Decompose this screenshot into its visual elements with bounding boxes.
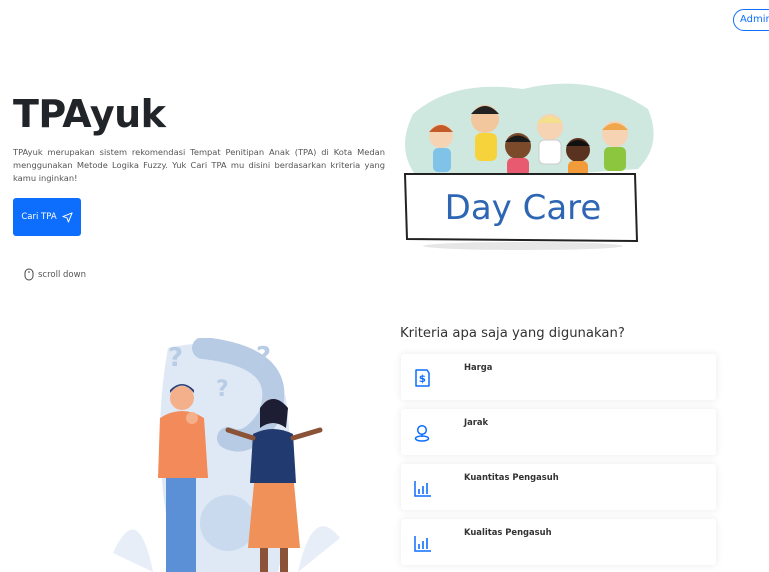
daycare-illustration: Day Care xyxy=(403,83,654,250)
hero-description: TPAyuk merupakan sistem rekomendasi Temp… xyxy=(13,147,385,183)
daycare-sign: Day Care xyxy=(403,173,639,243)
criteria-card-harga[interactable]: $ Harga xyxy=(401,354,716,400)
thinking-people-illustration: ? ? ? xyxy=(113,338,340,572)
criteria-card-kuantitas-pengasuh[interactable]: Kuantitas Pengasuh xyxy=(401,464,716,510)
criteria-title: Kriteria apa saja yang digunakan? xyxy=(400,326,625,341)
criteria-label-harga: Harga xyxy=(464,362,493,372)
svg-text:?: ? xyxy=(256,342,271,372)
page-title: TPAyuk xyxy=(13,92,166,136)
price-tag-icon: $ xyxy=(415,369,430,387)
daycare-sign-text: Day Care xyxy=(445,188,602,228)
admin-button[interactable]: Admin xyxy=(733,9,769,31)
criteria-label-jarak: Jarak xyxy=(464,417,489,427)
find-tpa-label: Cari TPA xyxy=(21,212,57,222)
send-icon xyxy=(62,211,73,223)
find-tpa-button[interactable]: Cari TPA xyxy=(13,198,81,236)
mouse-icon xyxy=(24,268,34,281)
scroll-down-link[interactable]: scroll down xyxy=(24,268,86,281)
svg-text:?: ? xyxy=(216,377,229,402)
bar-chart-icon xyxy=(414,536,431,552)
criteria-label-kuantitas-pengasuh: Kuantitas Pengasuh xyxy=(464,472,559,482)
location-pin-icon xyxy=(414,424,430,442)
bar-chart-icon xyxy=(414,481,431,497)
svg-text:?: ? xyxy=(168,343,183,373)
criteria-label-kualitas-pengasuh: Kualitas Pengasuh xyxy=(464,527,552,537)
criteria-card-kualitas-pengasuh[interactable]: Kualitas Pengasuh xyxy=(401,519,716,565)
criteria-card-jarak[interactable]: Jarak xyxy=(401,409,716,455)
scroll-down-label: scroll down xyxy=(38,269,86,280)
svg-text:$: $ xyxy=(419,374,426,385)
